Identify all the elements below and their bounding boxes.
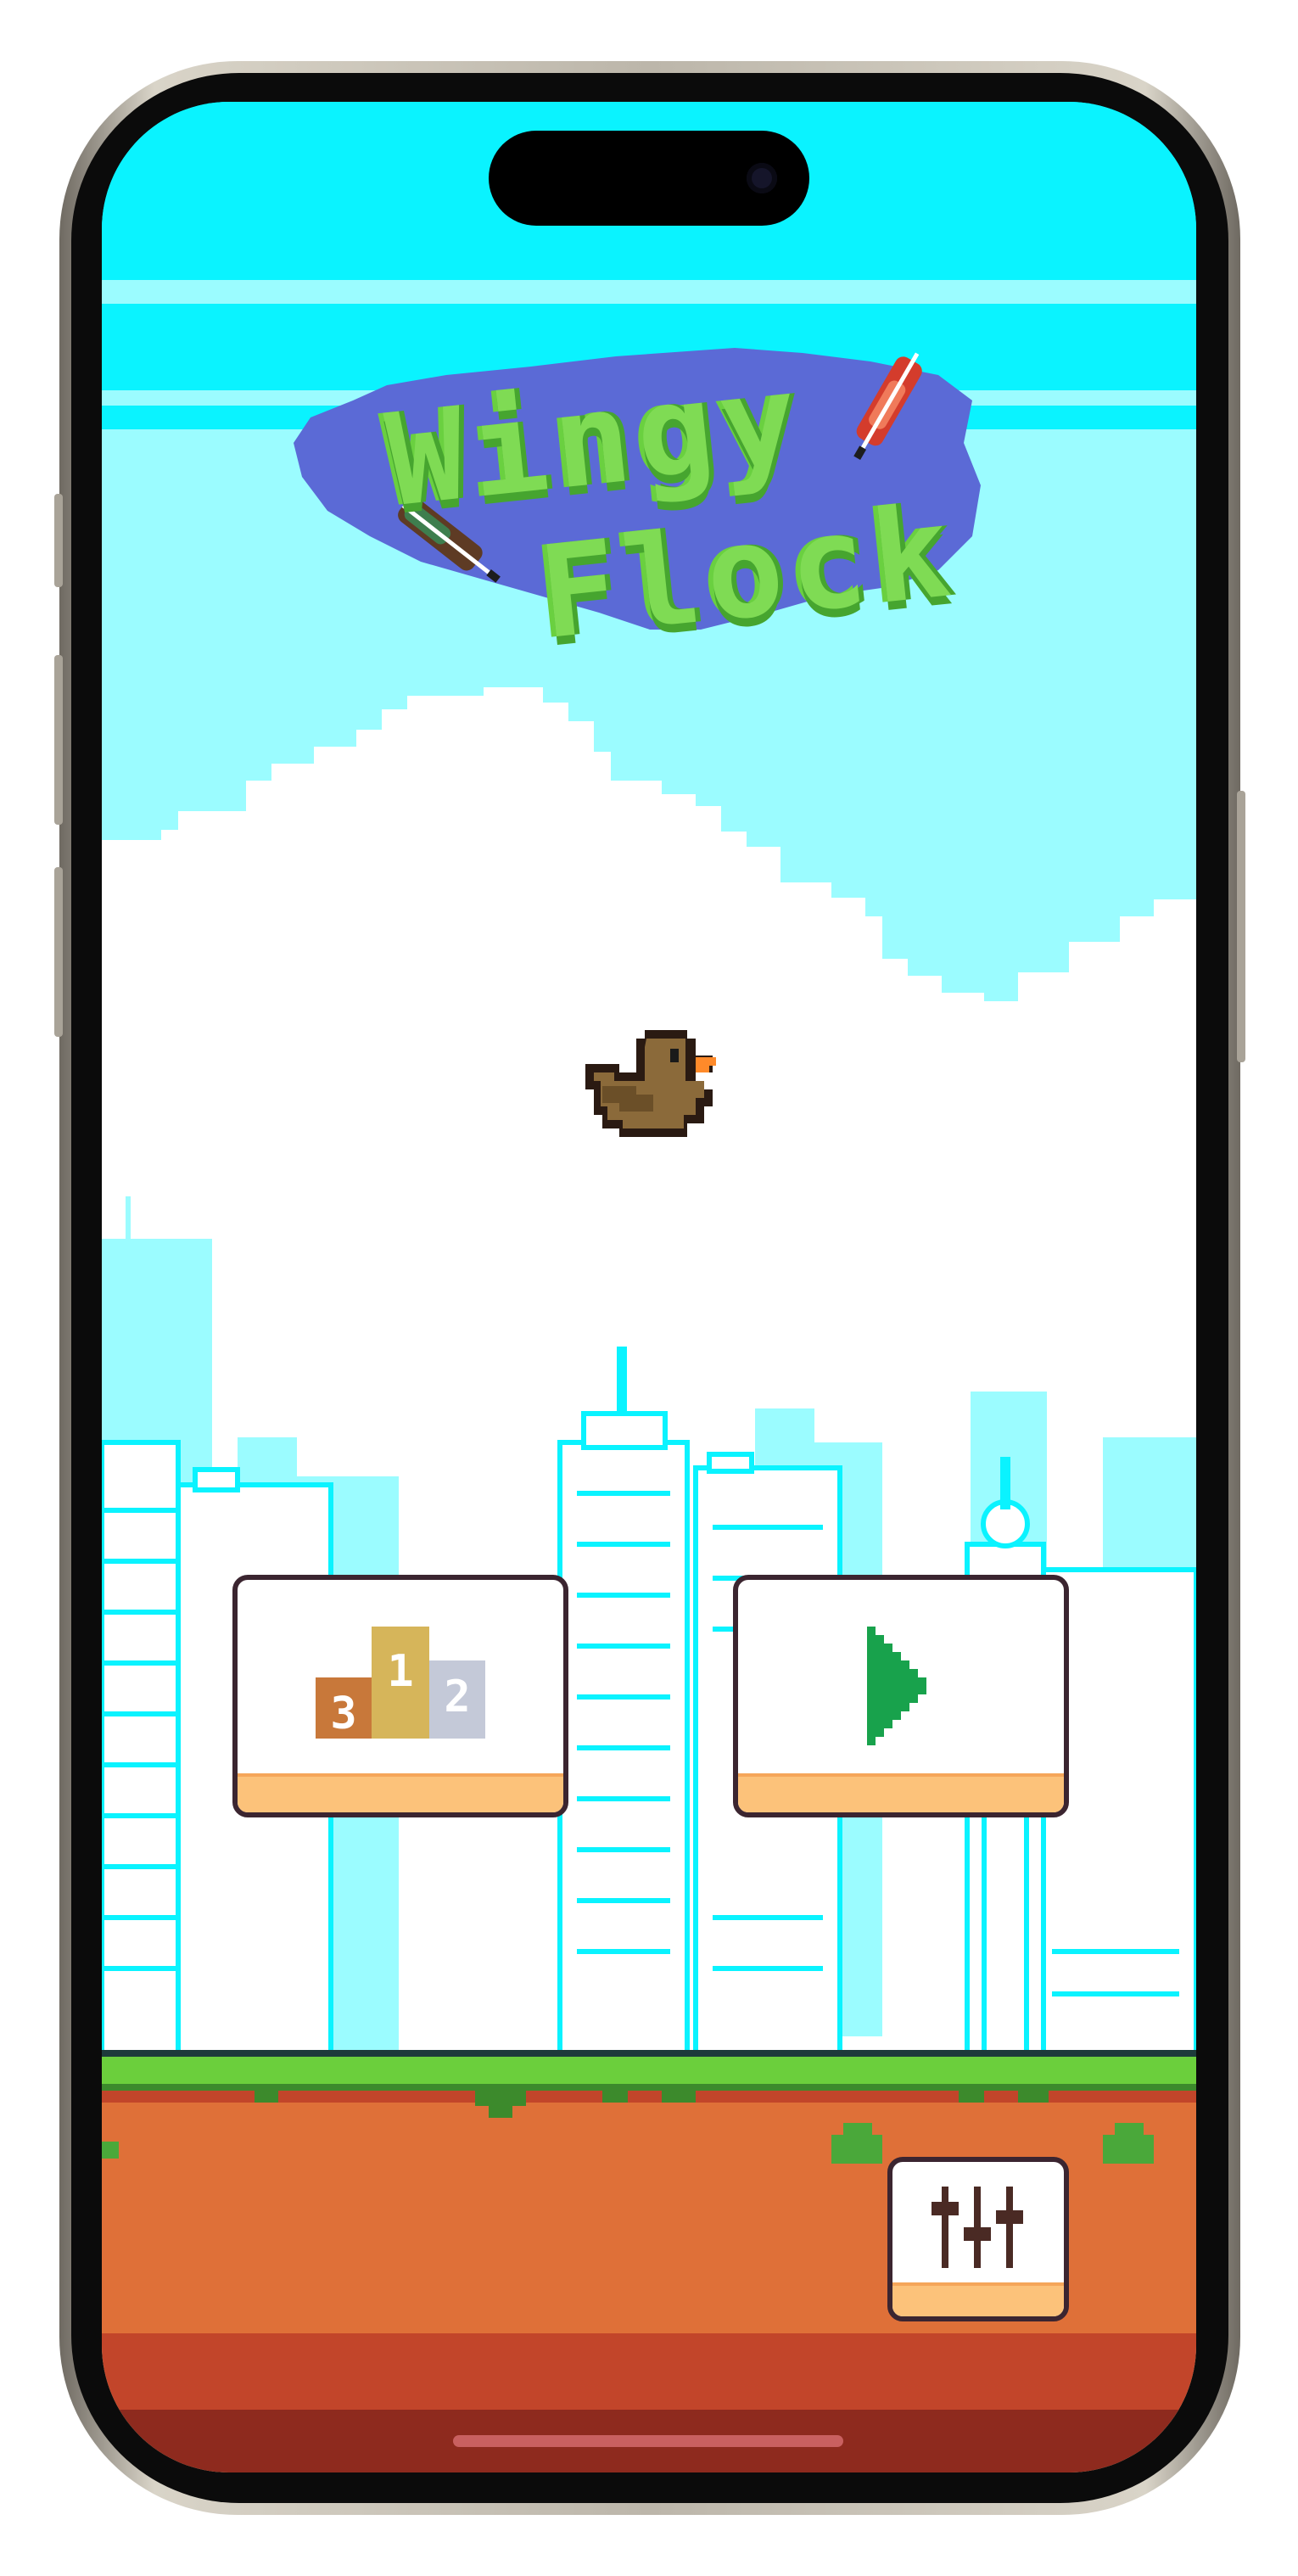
camera-icon [747, 163, 777, 193]
dynamic-island [489, 131, 809, 226]
volume-up-button [54, 655, 63, 825]
building-roof [193, 1467, 240, 1492]
podium-place-label: 3 [330, 1688, 356, 1739]
sliders-icon [932, 2187, 1023, 2268]
button-shade [238, 1773, 563, 1812]
bush [1103, 2135, 1154, 2164]
podium-icon: 3 1 2 [316, 1627, 485, 1739]
button-shade [892, 2282, 1064, 2316]
bush [831, 2135, 882, 2164]
home-indicator[interactable] [453, 2435, 843, 2447]
play-icon [867, 1627, 926, 1745]
podium-place-label: 2 [444, 1672, 470, 1722]
game-screen[interactable]: Wingy Flock 3 1 2 [102, 102, 1196, 2472]
grass [102, 2057, 1196, 2086]
button-shade [738, 1773, 1064, 1812]
play-button[interactable] [733, 1575, 1069, 1817]
leaderboard-button[interactable]: 3 1 2 [232, 1575, 568, 1817]
settings-button[interactable] [887, 2157, 1069, 2321]
building-roof [707, 1452, 754, 1474]
play-triangle [867, 1627, 926, 1745]
spire-bg [126, 1196, 131, 1247]
sky-stripe [102, 280, 1196, 304]
dirt-dark [102, 2333, 1196, 2410]
building-top [581, 1411, 668, 1450]
bush [102, 2142, 119, 2159]
volume-down-button [54, 867, 63, 1037]
power-button [1237, 791, 1245, 1062]
game-logo: Wingy Flock [294, 341, 1015, 731]
bush [1115, 2123, 1144, 2136]
grass-edge [102, 2050, 1196, 2057]
grass-shadow [102, 2084, 1196, 2091]
building [102, 1440, 181, 2056]
podium-place-label: 1 [387, 1646, 413, 1697]
clock-tower-spire [1000, 1457, 1010, 1509]
antenna [617, 1347, 627, 1416]
bush [843, 2123, 872, 2136]
action-button [54, 494, 63, 587]
